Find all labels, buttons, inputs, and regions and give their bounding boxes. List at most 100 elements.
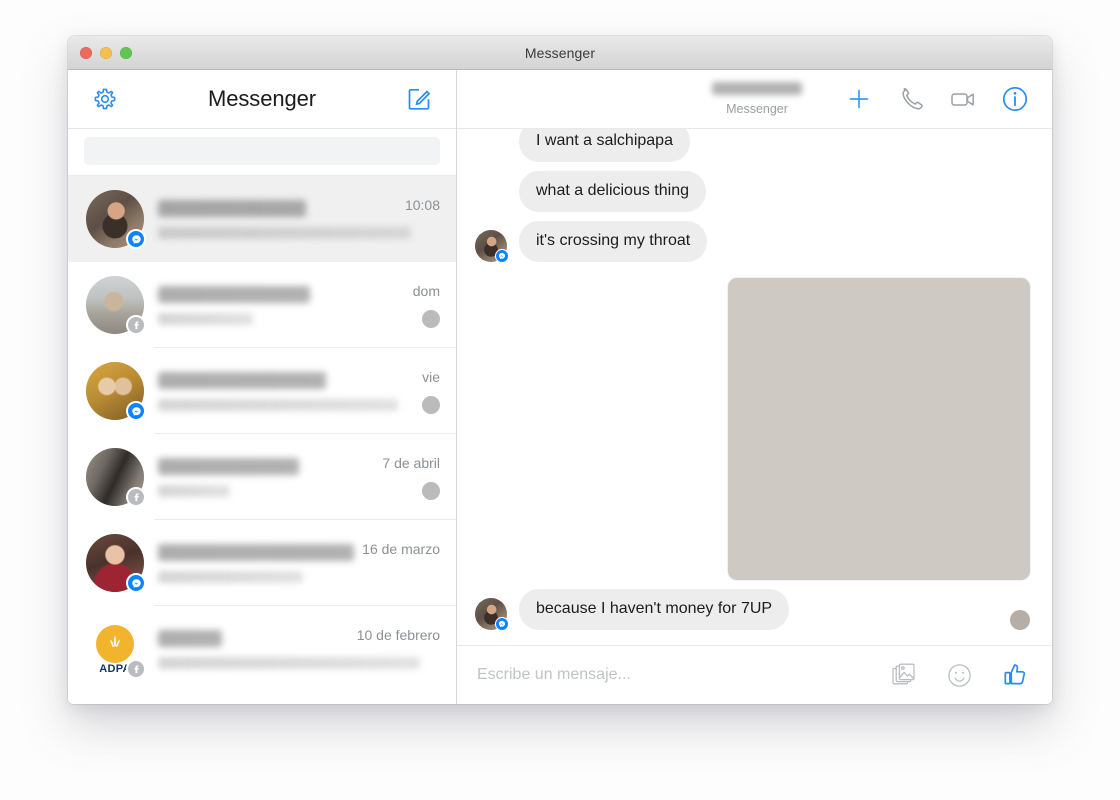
messenger-badge-icon [495, 617, 509, 631]
message-preview-redacted [158, 656, 420, 669]
avatar [86, 362, 146, 421]
facebook-badge-icon [126, 315, 146, 335]
timestamp: dom [412, 283, 440, 299]
conversation-meta: 7 de abril [382, 434, 440, 500]
chat-header: Messenger [457, 70, 1052, 129]
message-list[interactable]: I want a salchipapa what a delicious thi… [457, 129, 1052, 645]
minimize-button[interactable] [100, 46, 112, 59]
adpa-emblem-icon [96, 625, 134, 663]
contact-name-redacted [158, 543, 354, 561]
messenger-badge-icon [126, 229, 146, 249]
chat-action-bar [844, 84, 1030, 114]
conversation-meta: 10:08 [405, 176, 440, 212]
contact-name-redacted [158, 285, 310, 303]
conversation-meta: vie [406, 348, 440, 414]
thumbs-up-icon[interactable] [1000, 660, 1030, 690]
media-message-row [475, 278, 1030, 580]
add-person-icon[interactable] [844, 84, 874, 114]
timestamp: 10:08 [404, 197, 440, 213]
message-bubble[interactable]: what a delicious thing [519, 171, 706, 212]
conversation-meta: 16 de marzo [362, 520, 440, 556]
conversation-sidebar: Messenger 10:08 dom vie 7 de abril 16 de… [68, 70, 457, 704]
conversation-text [158, 371, 406, 411]
messenger-badge-icon [495, 249, 509, 263]
message-bubble[interactable]: I want a salchipapa [519, 129, 690, 162]
conversation-text [158, 457, 382, 497]
message-row: what a delicious thing [475, 171, 1030, 212]
chat-pane: Messenger I want a salchipapa what a del… [457, 70, 1052, 704]
sidebar-title: Messenger [208, 86, 316, 111]
compose-pencil-icon[interactable] [404, 84, 434, 114]
message-preview-redacted [158, 226, 411, 239]
messenger-window: Messenger Messenger 10:08 dom vie 7 de a… [68, 36, 1052, 704]
conversation-row-1[interactable]: 10:08 [68, 176, 456, 262]
composer-action-bar [888, 660, 1030, 690]
emoji-smiley-icon[interactable] [944, 660, 974, 690]
message-composer [457, 645, 1052, 704]
read-receipt-avatar [422, 310, 440, 328]
message-preview-redacted [158, 312, 253, 325]
sidebar-header: Messenger [68, 70, 456, 129]
window-titlebar: Messenger [68, 36, 1052, 70]
message-preview-redacted [158, 398, 398, 411]
conversation-list[interactable]: 10:08 dom vie 7 de abril 16 de marzo ADP… [68, 176, 456, 704]
facebook-badge-icon [126, 659, 146, 679]
avatar [86, 448, 146, 507]
video-call-icon[interactable] [948, 84, 978, 114]
photo-attachment-icon[interactable] [888, 660, 918, 690]
chat-contact-name-redacted [712, 82, 802, 96]
message-preview-redacted [158, 484, 230, 497]
read-receipt-avatar [422, 396, 440, 414]
message-row: because I haven't money for 7UP [475, 589, 1030, 631]
read-receipt-avatar [1010, 610, 1030, 630]
avatar: ADPA [86, 620, 146, 679]
chat-contact-subtitle: Messenger [726, 102, 788, 117]
gif-video-attachment[interactable] [728, 278, 1030, 580]
contact-name-redacted [158, 199, 306, 217]
contact-name-redacted [158, 371, 326, 389]
search-container [68, 129, 456, 176]
gear-icon[interactable] [90, 84, 120, 114]
facebook-badge-icon [126, 487, 146, 507]
search-input[interactable] [84, 137, 440, 165]
message-preview-redacted [158, 570, 303, 583]
window-body: Messenger 10:08 dom vie 7 de abril 16 de… [68, 70, 1052, 704]
chat-contact-block: Messenger [712, 82, 802, 116]
timestamp: vie [422, 369, 440, 385]
conversation-row-6[interactable]: ADPA 10 de febrero [68, 606, 456, 692]
message-row: I want a salchipapa [475, 129, 1030, 162]
message-bubble[interactable]: because I haven't money for 7UP [519, 589, 790, 630]
avatar [86, 276, 146, 335]
timestamp: 16 de marzo [362, 541, 440, 557]
conversation-row-4[interactable]: 7 de abril [68, 434, 456, 520]
maximize-button[interactable] [120, 46, 132, 59]
conversation-text [158, 285, 406, 325]
window-title: Messenger [524, 44, 596, 61]
message-input[interactable] [475, 665, 870, 685]
sender-avatar [475, 230, 509, 263]
window-controls [80, 46, 132, 59]
contact-name-redacted [158, 629, 222, 647]
avatar [86, 190, 146, 249]
sender-avatar [475, 598, 509, 631]
messenger-badge-icon [126, 573, 146, 593]
conversation-row-5[interactable]: 16 de marzo [68, 520, 456, 606]
contact-name-redacted [158, 457, 299, 475]
info-icon[interactable] [1000, 84, 1030, 114]
conversation-row-3[interactable]: vie [68, 348, 456, 434]
message-bubble[interactable]: it's crossing my throat [519, 221, 708, 262]
desktop-backdrop: Messenger Messenger 10:08 dom vie 7 de a… [0, 0, 1120, 800]
conversation-text [158, 199, 411, 239]
timestamp: 10 de febrero [356, 627, 440, 643]
conversation-meta: 10 de febrero [357, 606, 440, 642]
avatar [86, 534, 146, 593]
close-button[interactable] [80, 46, 92, 59]
conversation-row-2[interactable]: dom [68, 262, 456, 348]
conversation-meta: dom [406, 262, 440, 328]
conversation-text [158, 543, 362, 583]
read-receipt-avatar [422, 482, 440, 500]
messenger-badge-icon [126, 401, 146, 421]
timestamp: 7 de abril [382, 455, 440, 471]
conversation-text [158, 629, 420, 669]
phone-call-icon[interactable] [896, 84, 926, 114]
